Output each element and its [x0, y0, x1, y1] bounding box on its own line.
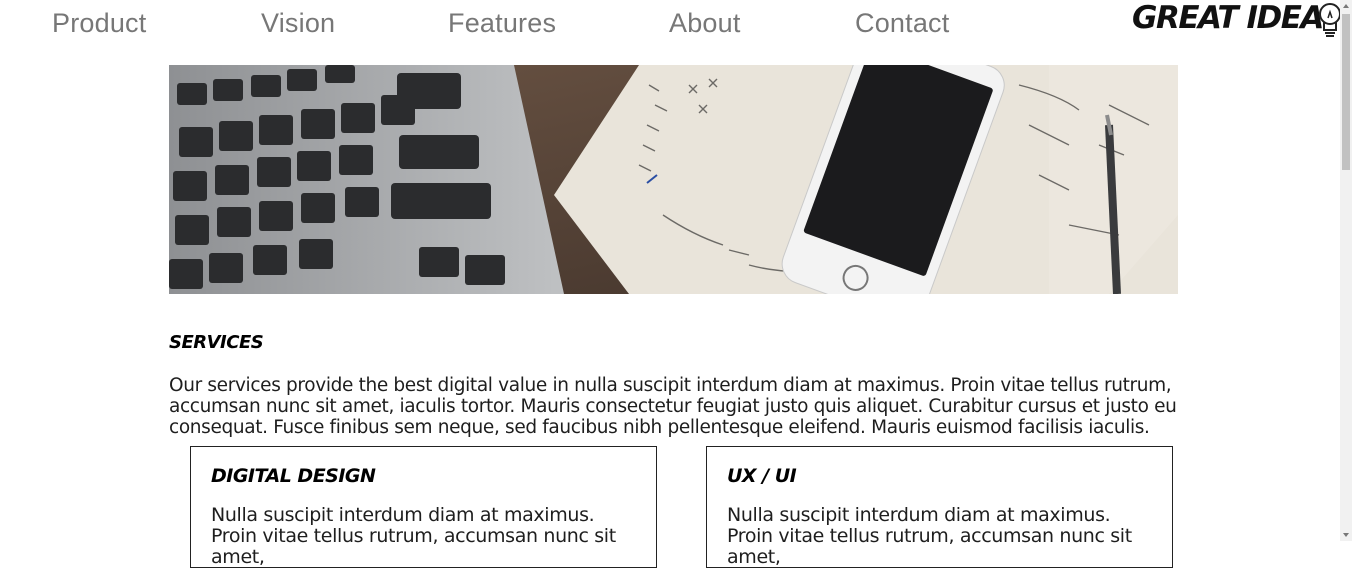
service-card-digital-design: DIGITAL DESIGN Nulla suscipit interdum d…	[190, 446, 657, 568]
hero-image	[169, 65, 1178, 294]
page-scrollbar[interactable]	[1340, 0, 1352, 541]
workspace-photo-icon	[169, 65, 1178, 294]
services-description: Our services provide the best digital va…	[169, 374, 1177, 438]
brand-logo[interactable]: GREAT IDEA	[1132, 0, 1324, 36]
card-body: Nulla suscipit interdum diam at maximus.…	[211, 504, 616, 568]
nav-link-contact[interactable]: Contact	[855, 8, 949, 39]
scroll-down-arrow-icon[interactable]	[1340, 529, 1352, 541]
card-title: UX / UI	[727, 465, 797, 487]
card-title: DIGITAL DESIGN	[211, 465, 376, 487]
nav-link-features[interactable]: Features	[448, 8, 556, 39]
nav-link-product[interactable]: Product	[52, 8, 146, 39]
service-card-ux-ui: UX / UI Nulla suscipit interdum diam at …	[706, 446, 1173, 568]
nav-link-about[interactable]: About	[669, 8, 741, 39]
card-body: Nulla suscipit interdum diam at maximus.…	[727, 504, 1132, 568]
scrollbar-thumb[interactable]	[1342, 14, 1350, 170]
top-navigation: Product Vision Features About Contact GR…	[0, 0, 1341, 50]
nav-link-vision[interactable]: Vision	[261, 8, 335, 39]
scroll-up-arrow-icon[interactable]	[1340, 0, 1352, 12]
services-heading: SERVICES	[169, 331, 264, 353]
